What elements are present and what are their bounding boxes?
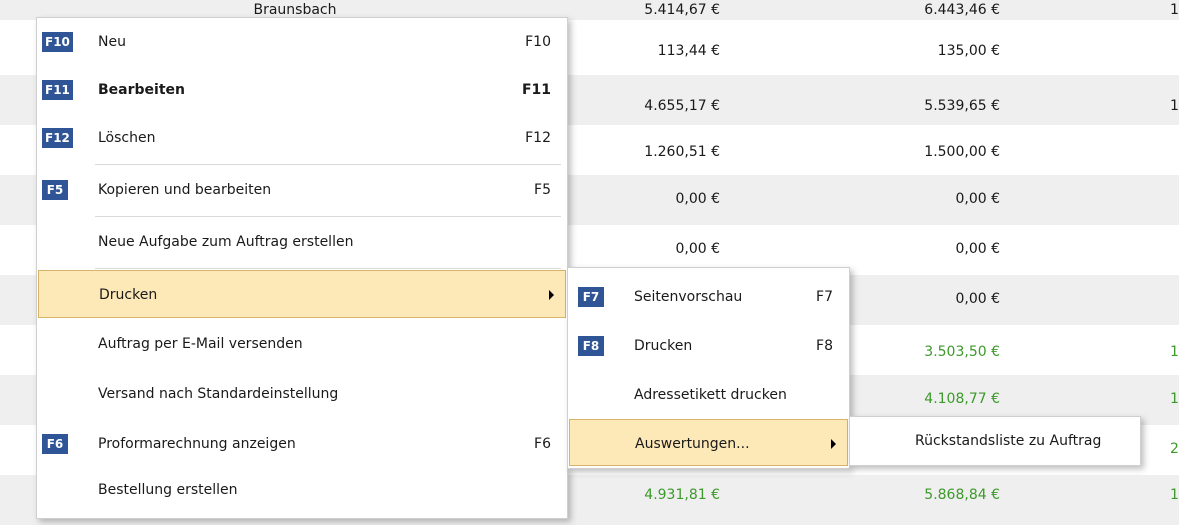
key-badge: F6 (42, 434, 68, 454)
menu-item-label: Bearbeiten (98, 82, 185, 98)
cell-gross: 4.108,77 € (924, 391, 1000, 407)
key-badge: F11 (42, 80, 73, 100)
cell-extra: 1 (1170, 344, 1179, 360)
menu-item-copy-edit[interactable]: F5 Kopieren und bearbeiten F5 (37, 166, 567, 214)
cell-net: 0,00 € (675, 191, 720, 207)
cell-net: 0,00 € (675, 241, 720, 257)
menu-item-label: Neu (98, 34, 126, 50)
menu-item-label: Adressetikett drucken (634, 387, 787, 403)
menu-item-delete[interactable]: F12 Löschen F12 (37, 114, 567, 162)
reports-submenu: Rückstandsliste zu Auftrag (849, 416, 1141, 466)
cell-gross: 3.503,50 € (924, 344, 1000, 360)
context-menu: F10 Neu F10 F11 Bearbeiten F11 F12 Lösch… (36, 17, 568, 519)
cell-extra: 2 (1170, 441, 1179, 457)
cell-name: Braunsbach (253, 2, 337, 18)
cell-extra: 1 (1170, 391, 1179, 407)
cell-gross: 0,00 € (955, 241, 1000, 257)
cell-extra: 1 (1170, 2, 1179, 18)
menu-item-shortcut: F12 (525, 130, 551, 146)
menu-item-preview[interactable]: F7 Seitenvorschau F7 (568, 273, 849, 321)
menu-item-shortcut: F8 (816, 338, 833, 354)
menu-item-label: Auswertungen... (635, 436, 750, 452)
menu-item-shortcut: F6 (534, 436, 551, 452)
menu-item-new[interactable]: F10 Neu F10 (37, 18, 567, 66)
menu-item-address-label[interactable]: Adressetikett drucken (568, 371, 849, 419)
cell-net: 4.655,17 € (644, 98, 720, 114)
key-badge: F12 (42, 128, 73, 148)
menu-item-label: Löschen (98, 130, 156, 146)
menu-item-label: Drucken (99, 287, 158, 303)
cell-gross: 0,00 € (955, 291, 1000, 307)
cell-extra: 1 (1170, 487, 1179, 503)
menu-item-shortcut: F11 (521, 82, 551, 98)
menu-item-label: Drucken (634, 338, 693, 354)
menu-item-print[interactable]: Drucken (38, 270, 566, 318)
chevron-right-icon (549, 290, 554, 300)
menu-item-shortcut: F10 (525, 34, 551, 50)
menu-item-shipping[interactable]: Versand nach Standardeinstellung (37, 370, 567, 418)
menu-item-reports[interactable]: Auswertungen... (569, 419, 848, 466)
cell-gross: 6.443,46 € (924, 2, 1000, 18)
menu-item-label: Versand nach Standardeinstellung (98, 386, 339, 402)
cell-net: 1.260,51 € (644, 144, 720, 160)
menu-separator (95, 216, 561, 217)
menu-item-label: Rückstandsliste zu Auftrag (915, 433, 1102, 449)
cell-extra: 1 (1170, 98, 1179, 114)
cell-gross: 135,00 € (937, 43, 1000, 59)
menu-item-label: Kopieren und bearbeiten (98, 182, 272, 198)
menu-item-email[interactable]: Auftrag per E-Mail versenden (37, 320, 567, 368)
menu-item-edit[interactable]: F11 Bearbeiten F11 (37, 66, 567, 114)
key-badge: F5 (42, 180, 68, 200)
menu-separator (95, 164, 561, 165)
menu-item-label: Neue Aufgabe zum Auftrag erstellen (98, 234, 354, 250)
key-badge: F10 (42, 32, 73, 52)
menu-item-label: Proformarechnung anzeigen (98, 436, 296, 452)
menu-item-proforma[interactable]: F6 Proformarechnung anzeigen F6 (37, 420, 567, 468)
key-badge: F7 (578, 287, 604, 307)
cell-gross: 1.500,00 € (924, 144, 1000, 160)
cell-gross: 5.868,84 € (924, 487, 1000, 503)
cell-net: 113,44 € (657, 43, 720, 59)
menu-item-shortcut: F7 (816, 289, 833, 305)
cell-net: 4.931,81 € (644, 487, 720, 503)
menu-item-new-task[interactable]: Neue Aufgabe zum Auftrag erstellen (37, 218, 567, 266)
menu-separator (95, 268, 561, 269)
menu-item-order[interactable]: Bestellung erstellen (37, 466, 567, 514)
menu-item-backlog-list[interactable]: Rückstandsliste zu Auftrag (850, 417, 1140, 465)
cell-net: 5.414,67 € (644, 2, 720, 18)
menu-item-print-now[interactable]: F8 Drucken F8 (568, 322, 849, 370)
menu-item-shortcut: F5 (534, 182, 551, 198)
menu-item-label: Auftrag per E-Mail versenden (98, 336, 303, 352)
key-badge: F8 (578, 336, 604, 356)
cell-gross: 5.539,65 € (924, 98, 1000, 114)
print-submenu: F7 Seitenvorschau F7 F8 Drucken F8 Adres… (567, 267, 850, 469)
menu-item-label: Seitenvorschau (634, 289, 743, 305)
chevron-right-icon (831, 439, 836, 449)
menu-item-label: Bestellung erstellen (98, 482, 238, 498)
cell-gross: 0,00 € (955, 191, 1000, 207)
